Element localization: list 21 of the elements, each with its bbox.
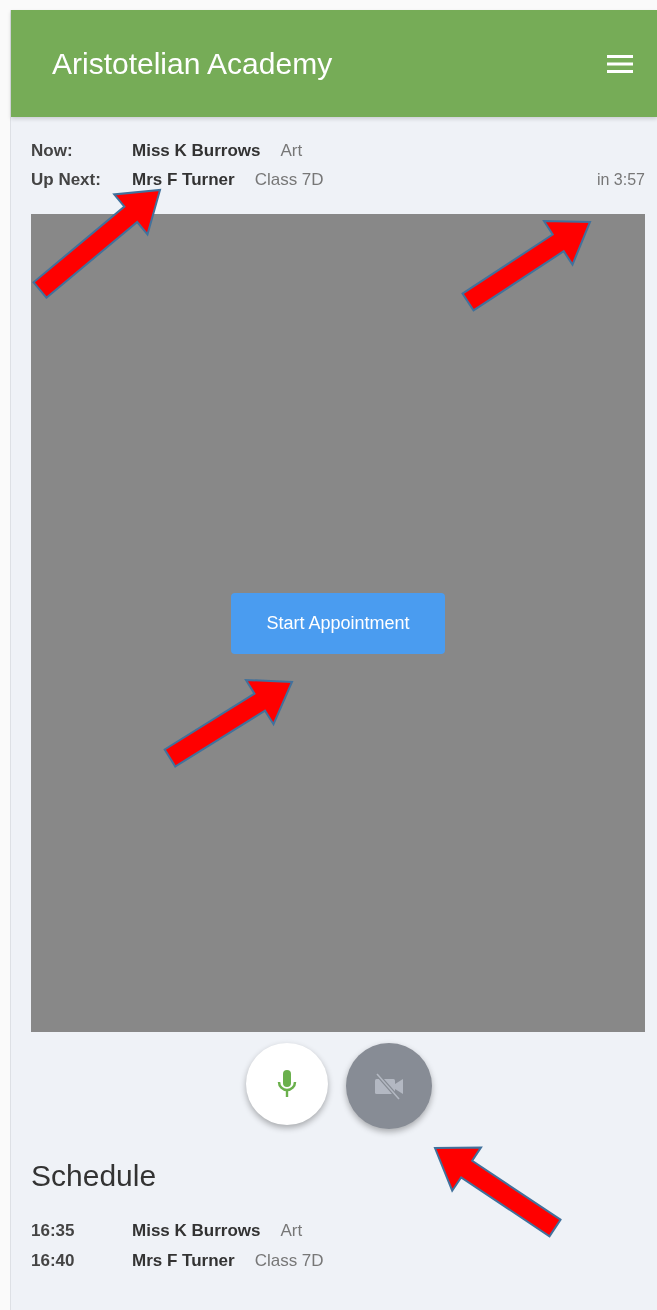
microphone-toggle-button[interactable]	[246, 1043, 328, 1125]
microphone-icon	[277, 1069, 297, 1099]
status-label: Up Next:	[31, 170, 102, 190]
subject-label: Art	[280, 1221, 303, 1241]
teacher-name: Miss K Burrows	[132, 141, 261, 161]
time-text: 16:40	[31, 1251, 76, 1271]
menu-icon[interactable]	[607, 53, 633, 74]
subject-label: Class 7D	[254, 170, 324, 190]
subject-label: Class 7D	[254, 1251, 324, 1271]
teacher-name: Mrs F Turner	[132, 1251, 235, 1271]
time-text: 16:35	[31, 1221, 76, 1241]
countdown-text: in 3:57	[596, 171, 645, 189]
teacher-name: Miss K Burrows	[132, 1221, 261, 1241]
app-title: Aristotelian Academy	[52, 46, 333, 81]
teacher-name: Mrs F Turner	[132, 170, 235, 190]
schedule-heading: Schedule	[31, 1159, 158, 1193]
status-label: Now:	[31, 141, 74, 161]
camera-icon	[373, 1072, 405, 1100]
start-appointment-button[interactable]: Start Appointment	[231, 592, 445, 654]
subject-label: Art	[280, 141, 303, 161]
camera-toggle-button[interactable]	[346, 1043, 432, 1129]
